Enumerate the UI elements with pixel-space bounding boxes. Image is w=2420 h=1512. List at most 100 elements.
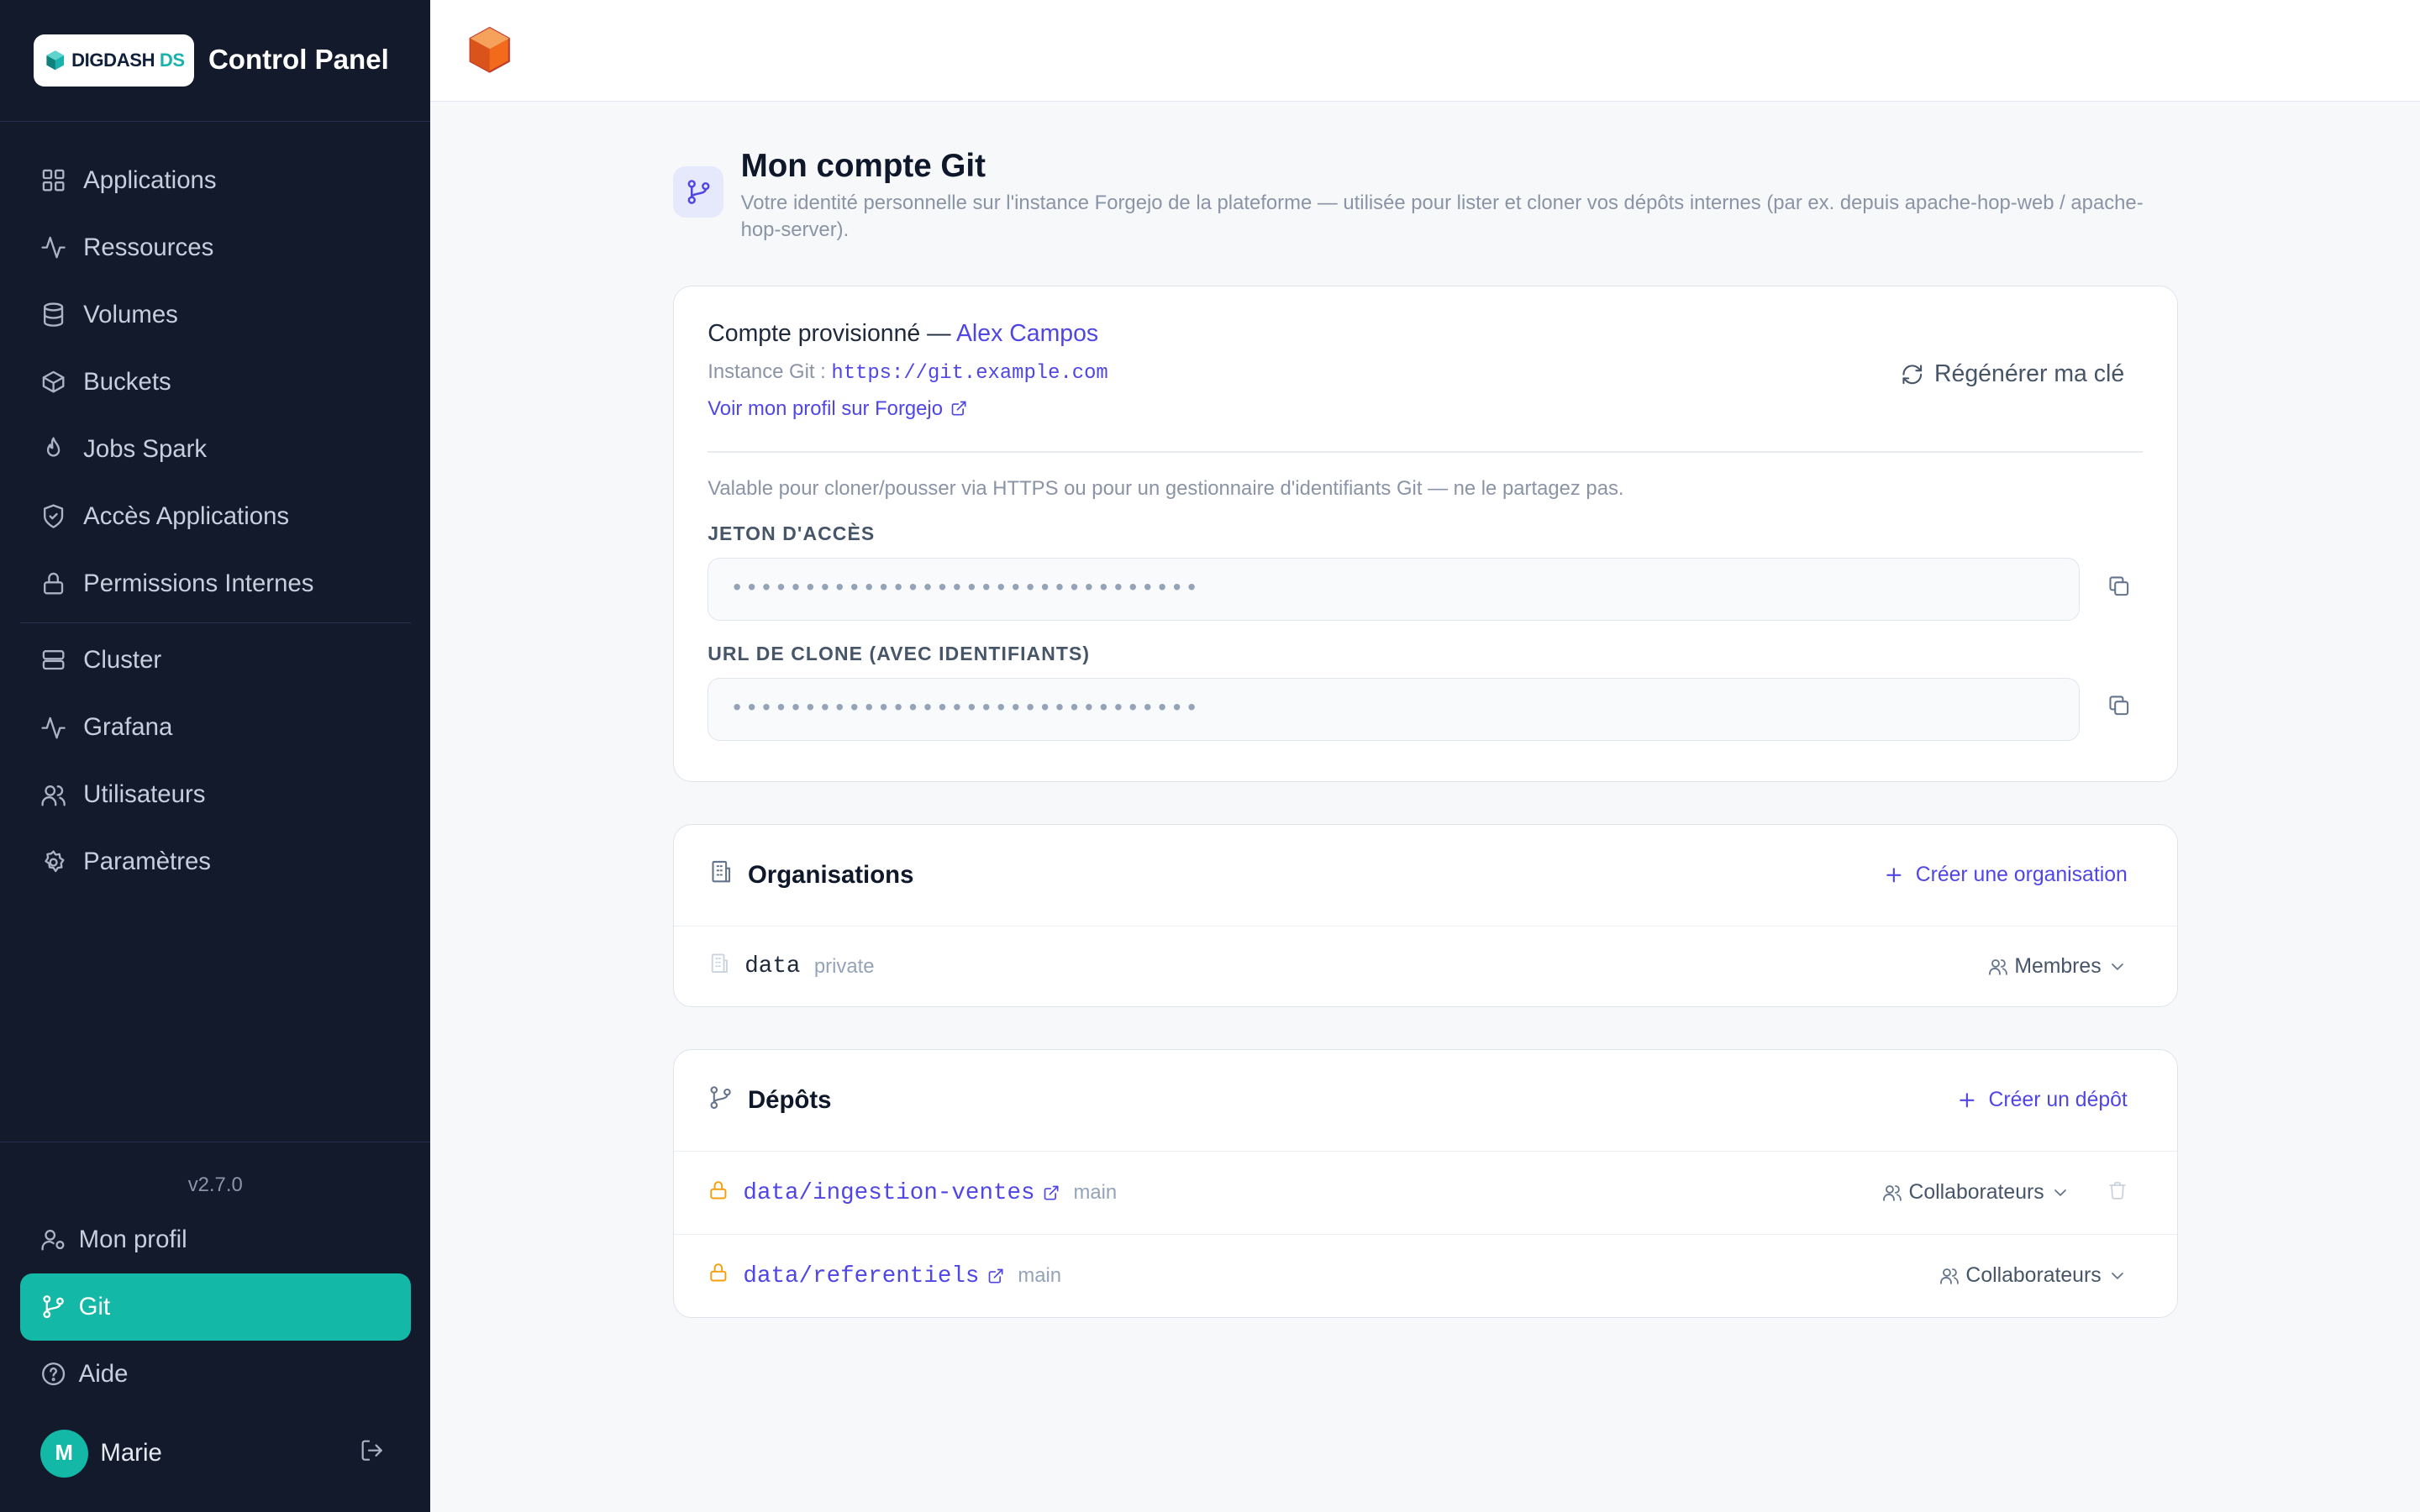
org-name: data — [744, 953, 801, 980]
users-icon — [1883, 1185, 1902, 1202]
sidebar-item-label: Applications — [83, 165, 217, 194]
brand: DIGDASH DS Control Panel — [0, 0, 431, 123]
sidebar-item-label: Volumes — [83, 300, 178, 328]
organisations-title: Organisations — [747, 860, 914, 889]
chevron-down-icon — [2112, 963, 2123, 970]
delete-repo-button[interactable] — [2107, 1179, 2128, 1207]
page-header-text: Mon compte Git Votre identité personnell… — [741, 148, 2176, 244]
sidebar-item-ressources[interactable]: Ressources — [0, 214, 430, 281]
help-circle-icon — [41, 1362, 65, 1386]
sidebar-item-permissions-internes[interactable]: Permissions Internes — [0, 550, 430, 617]
sidebar-item-applications[interactable]: Applications — [0, 146, 430, 213]
clone-url-field[interactable] — [708, 677, 2081, 741]
external-link-icon — [951, 402, 966, 416]
branch-label: main — [1018, 1264, 1062, 1288]
token-label: Jeton d'accès — [708, 522, 876, 545]
nav-divider — [19, 622, 411, 624]
box-icon — [42, 370, 65, 393]
branch-label: main — [1073, 1181, 1118, 1205]
sidebar-item-utilisateurs[interactable]: Utilisateurs — [0, 761, 430, 828]
database-icon — [43, 302, 63, 327]
activity-icon — [41, 236, 66, 259]
page-title: Mon compte Git — [740, 148, 986, 185]
git-branch-icon — [708, 1084, 734, 1117]
external-link-icon — [1044, 1185, 1059, 1200]
gear-icon — [45, 850, 65, 872]
collaborators-dropdown[interactable]: Collaborateurs — [1882, 1181, 2070, 1205]
regenerate-key-button[interactable]: Régénérer ma clé — [1901, 360, 2124, 388]
version-label: v2.7.0 — [187, 1173, 243, 1196]
sidebar-item-mon-profil[interactable]: Mon profil — [20, 1206, 411, 1273]
sidebar-item-label: Accès Applications — [83, 501, 290, 530]
clone-url-label: URL de clone (avec identifiants) — [708, 642, 1091, 664]
plus-icon — [1886, 868, 1902, 883]
copy-token-button[interactable] — [2107, 575, 2131, 605]
page-icon — [672, 166, 724, 218]
forgejo-profile-link[interactable]: Voir mon profil sur Forgejo — [708, 397, 2143, 421]
repo-link[interactable]: data/referentiels — [743, 1263, 1003, 1289]
repos-card: Dépôts Créer un dépôt data/ingestion-ven… — [672, 1049, 2178, 1318]
sidebar-item-label: Permissions Internes — [83, 569, 314, 597]
topbar — [430, 0, 2420, 102]
app-title: Control Panel — [208, 45, 389, 76]
page-subtitle: Votre identité personnelle sur l'instanc… — [740, 191, 2144, 242]
token-field[interactable] — [708, 557, 2081, 622]
sidebar-item-parametres[interactable]: Paramètres — [0, 828, 430, 895]
list-item: data/ingestion-ventes main Collaborateur… — [673, 1152, 2177, 1236]
copy-icon — [2109, 696, 2129, 716]
trash-icon — [2109, 1182, 2126, 1200]
grid-icon — [42, 169, 65, 192]
repos-header: Dépôts Créer un dépôt — [673, 1050, 2177, 1152]
sidebar-item-aide[interactable]: Aide — [20, 1341, 411, 1408]
sidebar-item-cluster[interactable]: Cluster — [0, 627, 430, 694]
building-icon — [708, 952, 731, 982]
git-branch-icon — [43, 1295, 64, 1319]
sidebar-item-jobs-spark[interactable]: Jobs Spark — [0, 416, 430, 483]
organisations-header: Organisations Créer une organisation — [673, 825, 2177, 927]
sidebar-item-label: Grafana — [83, 713, 173, 742]
sidebar-item-grafana[interactable]: Grafana — [0, 694, 430, 761]
sidebar-item-label: Mon profil — [78, 1225, 187, 1253]
lock-icon — [708, 1262, 729, 1290]
copy-clone-url-button[interactable] — [2107, 694, 2131, 724]
logo-text: DIGDASH DS — [71, 50, 185, 71]
collaborators-dropdown[interactable]: Collaborateurs — [1939, 1264, 2128, 1288]
sidebar-item-label: Buckets — [83, 367, 171, 396]
sidebar-item-label: Git — [78, 1293, 111, 1320]
sidebar-item-buckets[interactable]: Buckets — [0, 349, 430, 416]
organisations-card: Organisations Créer une organisation dat… — [672, 823, 2178, 1008]
users-icon — [41, 785, 66, 806]
repos-title: Dépôts — [747, 1086, 832, 1115]
sidebar-item-acces-applications[interactable]: Accès Applications — [0, 483, 430, 550]
sidebar-item-label: Cluster — [83, 646, 162, 675]
user-menu[interactable]: M Marie — [39, 1429, 385, 1478]
logout-icon — [361, 1440, 382, 1461]
divider — [708, 451, 2144, 454]
cube-logo-icon — [46, 50, 65, 71]
create-organisation-button[interactable]: Créer une organisation — [1883, 864, 2128, 887]
logo[interactable]: DIGDASH DS — [34, 34, 195, 87]
sidebar-item-git[interactable]: Git — [19, 1273, 411, 1341]
repo-link[interactable]: data/ingestion-ventes — [743, 1180, 1060, 1206]
sidebar-item-volumes[interactable]: Volumes — [0, 281, 430, 349]
list-item: data private Membres — [674, 927, 2177, 1007]
visibility-tag: private — [813, 954, 875, 978]
users-icon — [1989, 958, 2007, 975]
token-row — [708, 557, 2143, 622]
chevron-down-icon — [2054, 1189, 2066, 1197]
plus-icon — [1960, 1093, 1975, 1108]
instance-url: https://git.example.com — [831, 361, 1108, 385]
members-dropdown[interactable]: Membres — [1988, 955, 2128, 979]
user-name: Marie — [100, 1439, 162, 1467]
token-hint: Valable pour cloner/pousser via HTTPS ou… — [708, 477, 1624, 501]
building-icon — [708, 858, 734, 891]
lock-icon — [43, 573, 63, 595]
flame-icon — [46, 437, 60, 457]
page-header: Mon compte Git Votre identité personnell… — [672, 148, 2178, 244]
app-cube-icon[interactable] — [468, 26, 511, 76]
account-status: Compte provisionné — Alex Campos — [708, 320, 1099, 348]
create-repo-button[interactable]: Créer un dépôt — [1956, 1089, 2128, 1112]
avatar: M — [39, 1429, 88, 1478]
logout-button[interactable] — [360, 1438, 384, 1469]
clone-url-row — [708, 677, 2143, 741]
